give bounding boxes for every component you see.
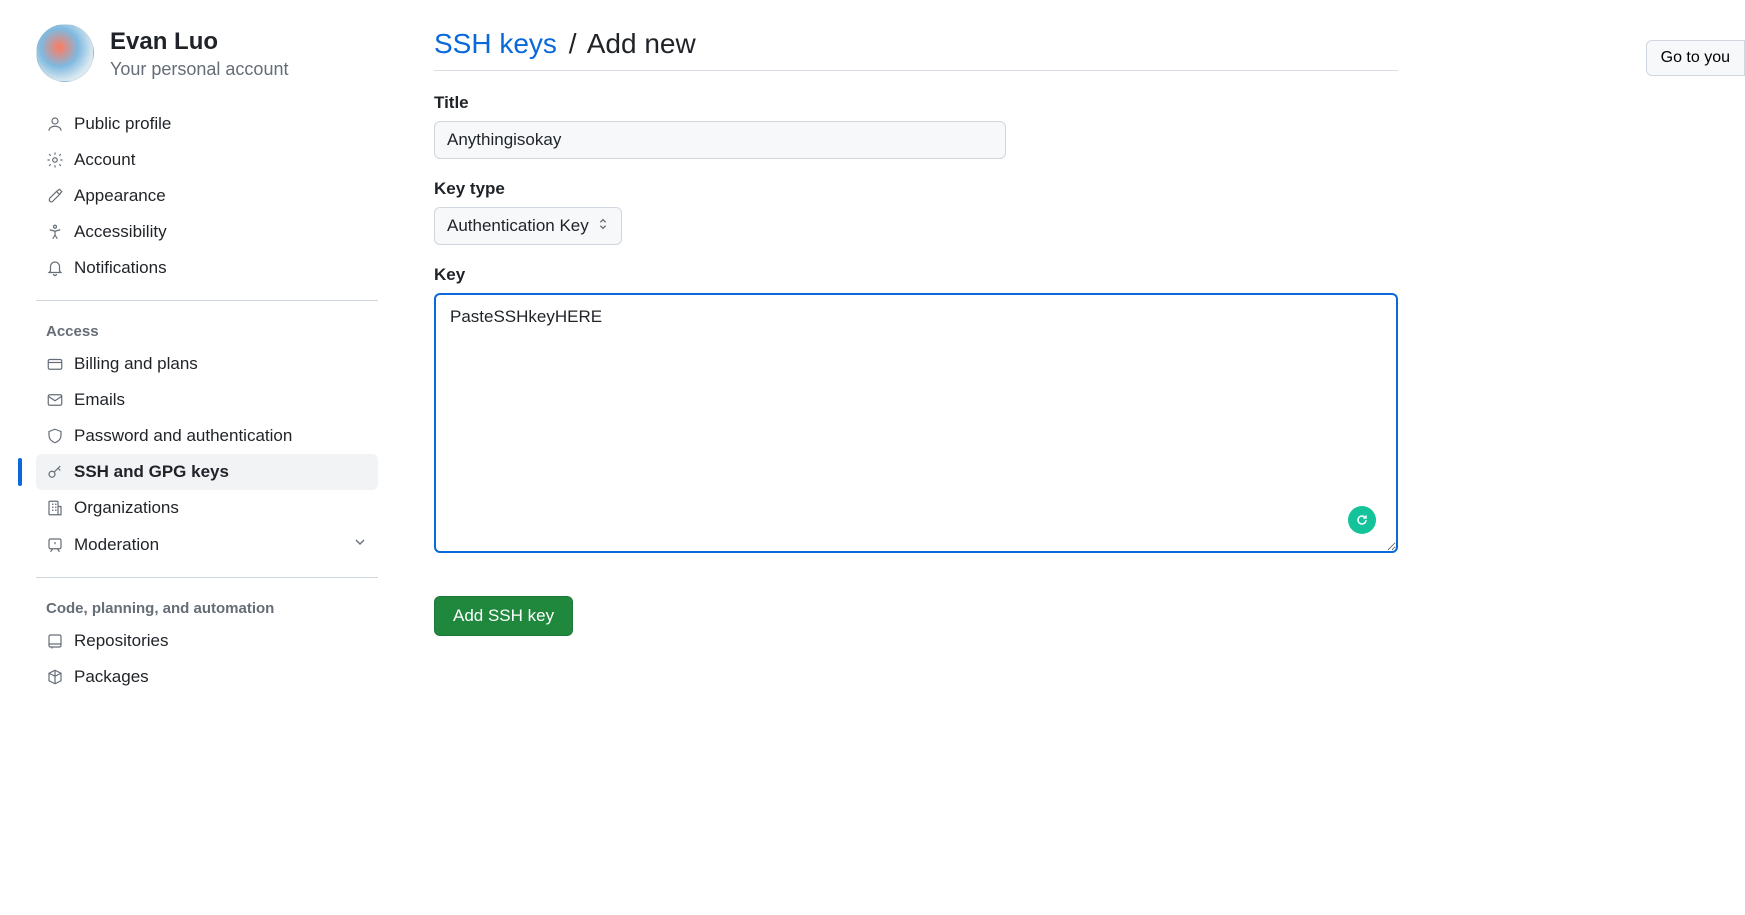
avatar[interactable] (36, 24, 94, 82)
credit-card-icon (46, 355, 64, 373)
section-title-access: Access (36, 315, 378, 346)
repo-icon (46, 632, 64, 650)
key-label: Key (434, 265, 1398, 285)
bell-icon (46, 259, 64, 277)
sidebar-item-accessibility[interactable]: Accessibility (36, 214, 378, 250)
sidebar-item-label: Notifications (74, 258, 368, 278)
paintbrush-icon (46, 187, 64, 205)
person-icon (46, 115, 64, 133)
accessibility-icon (46, 223, 64, 241)
package-icon (46, 668, 64, 686)
shield-icon (46, 427, 64, 445)
breadcrumb-current: Add new (587, 28, 696, 59)
sidebar-item-label: Appearance (74, 186, 368, 206)
section-title-code: Code, planning, and automation (36, 592, 378, 623)
grammarly-icon[interactable] (1348, 506, 1376, 534)
sidebar-item-label: Packages (74, 667, 368, 687)
select-caret-icon (597, 216, 609, 236)
profile-name: Evan Luo (110, 27, 288, 57)
key-textarea[interactable] (434, 293, 1398, 553)
sidebar-item-label: Billing and plans (74, 354, 368, 374)
sidebar-item-notifications[interactable]: Notifications (36, 250, 378, 286)
chevron-down-icon (352, 534, 368, 555)
sidebar-item-appearance[interactable]: Appearance (36, 178, 378, 214)
title-input[interactable] (434, 121, 1006, 159)
sidebar-item-label: Moderation (74, 535, 342, 555)
gear-icon (46, 151, 64, 169)
sidebar-item-public-profile[interactable]: Public profile (36, 106, 378, 142)
sidebar-item-moderation[interactable]: Moderation (36, 526, 378, 563)
keytype-value: Authentication Key (447, 216, 589, 236)
title-label: Title (434, 93, 1398, 113)
sidebar-item-label: Account (74, 150, 368, 170)
sidebar-item-organizations[interactable]: Organizations (36, 490, 378, 526)
mail-icon (46, 391, 64, 409)
keytype-label: Key type (434, 179, 1398, 199)
breadcrumb-separator: / (569, 28, 577, 59)
sidebar-item-label: SSH and GPG keys (74, 462, 368, 482)
keytype-select[interactable]: Authentication Key (434, 207, 622, 245)
report-icon (46, 536, 64, 554)
sidebar-item-label: Password and authentication (74, 426, 368, 446)
key-icon (46, 463, 64, 481)
sidebar-item-label: Public profile (74, 114, 368, 134)
sidebar-item-password[interactable]: Password and authentication (36, 418, 378, 454)
sidebar-item-billing[interactable]: Billing and plans (36, 346, 378, 382)
sidebar-item-ssh-keys[interactable]: SSH and GPG keys (36, 454, 378, 490)
sidebar-item-label: Emails (74, 390, 368, 410)
breadcrumb-parent-link[interactable]: SSH keys (434, 28, 557, 59)
sidebar-item-label: Accessibility (74, 222, 368, 242)
sidebar-item-repositories[interactable]: Repositories (36, 623, 378, 659)
profile-subtitle: Your personal account (110, 59, 288, 80)
go-to-profile-button[interactable]: Go to you (1646, 40, 1745, 76)
sidebar-item-label: Repositories (74, 631, 368, 651)
sidebar-item-label: Organizations (74, 498, 368, 518)
breadcrumb: SSH keys / Add new (434, 28, 1398, 71)
sidebar-item-packages[interactable]: Packages (36, 659, 378, 695)
sidebar-item-account[interactable]: Account (36, 142, 378, 178)
organization-icon (46, 499, 64, 517)
divider (36, 577, 378, 578)
add-ssh-key-button[interactable]: Add SSH key (434, 596, 573, 636)
profile-header: Evan Luo Your personal account (36, 24, 378, 82)
sidebar-item-emails[interactable]: Emails (36, 382, 378, 418)
divider (36, 300, 378, 301)
